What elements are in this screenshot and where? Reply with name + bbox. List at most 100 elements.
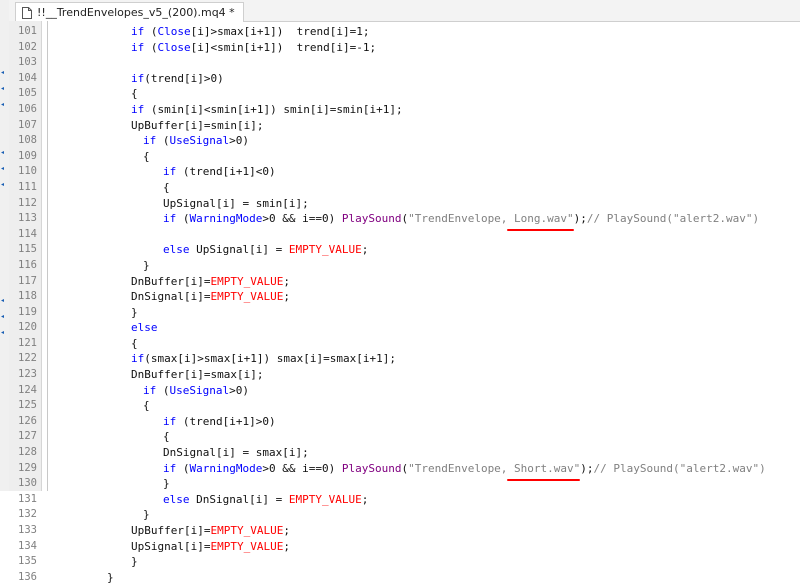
constant: EMPTY_VALUE (288, 492, 362, 506)
code-line[interactable]: 134 UpSignal[i]=EMPTY_VALUE; (9, 539, 800, 555)
code-line[interactable]: 121 { (9, 336, 800, 352)
code-token: } (131, 305, 138, 319)
code-editor[interactable]: 101 if (Close[i]>smax[i+1]) trend[i]=1; 10… (9, 24, 800, 585)
line-number: 134 (18, 539, 37, 552)
keyword: if (131, 71, 145, 85)
code-line[interactable]: 111 { (9, 180, 800, 196)
identifier: UseSignal (169, 383, 230, 397)
code-line[interactable]: 109 { (9, 149, 800, 165)
code-token: ( (176, 414, 190, 428)
code-line[interactable]: 125 { (9, 398, 800, 414)
code-line[interactable]: 113 if (WarningMode>0 && i==0) PlaySound(… (9, 211, 800, 227)
code-line[interactable]: 120 else (9, 320, 800, 336)
identifier: UpSignal (131, 539, 184, 553)
code-token: ]>0) (197, 71, 224, 85)
code-text: { (143, 149, 150, 165)
line-number: 122 (18, 352, 37, 365)
line-number: 136 (18, 570, 37, 583)
code-line[interactable]: 116} (9, 258, 800, 274)
code-line[interactable]: 130} (9, 476, 800, 492)
code-text: UpBuffer[i]=smin[i]; (131, 118, 263, 134)
code-token: >0) (229, 383, 249, 397)
code-token: ]= (323, 102, 337, 116)
code-line[interactable]: 131 else DnSignal[i] = EMPTY_VALUE; (9, 492, 800, 508)
identifier: smin (157, 102, 185, 116)
code-line[interactable]: 101 if (Close[i]>smax[i+1]) trend[i]=1; (9, 24, 800, 40)
line-number: 117 (18, 274, 37, 287)
comment: // PlaySound("alert2.wav") (586, 212, 760, 226)
identifier: i (184, 352, 191, 366)
code-line[interactable]: 105 { (9, 86, 800, 102)
identifier: smin (283, 102, 310, 116)
code-line[interactable]: 122 if(smax[i]>smax[i+1]) smax[i]=smax[i+… (9, 351, 800, 367)
code-text: } (143, 258, 150, 274)
code-text: { (143, 398, 150, 414)
line-number: 123 (18, 368, 37, 381)
code-text: UpSignal[i] = smin[i]; (163, 196, 309, 212)
code-line[interactable]: 127 { (9, 429, 800, 445)
identifier: i (190, 539, 198, 553)
code-token: [ (215, 196, 223, 210)
code-token: { (143, 149, 150, 163)
code-line[interactable]: 106 if (smin[i]<smin[i+1]) smin[i]=smin[i… (9, 102, 800, 118)
code-line[interactable]: 136} (9, 570, 800, 585)
strip-marker: ◂ (1, 313, 5, 320)
identifier: smax (150, 352, 178, 366)
strip-marker: ◂ (1, 329, 5, 336)
line-number: 107 (18, 118, 37, 131)
code-token: [ (282, 446, 289, 460)
code-line[interactable]: 112 UpSignal[i] = smin[i]; (9, 196, 800, 212)
code-line[interactable]: 108 if (UseSignal>0) (9, 133, 800, 149)
code-line[interactable]: 114 (9, 227, 800, 243)
code-line[interactable]: 128 DnSignal[i] = smax[i]; (9, 445, 800, 461)
code-token: ]=-1; (343, 40, 377, 54)
code-token: ; (283, 290, 290, 304)
code-token: { (143, 399, 150, 413)
identifier: i (255, 492, 263, 506)
code-token: [ (356, 352, 363, 366)
code-token: ]< (203, 40, 218, 54)
identifier: trend (189, 165, 223, 179)
code-line[interactable]: 124 if (UseSignal>0) (9, 383, 800, 399)
code-line[interactable]: 103 (9, 55, 800, 71)
strip-marker: ◂ (1, 297, 5, 304)
code-line[interactable]: 115 else UpSignal[i] = EMPTY_VALUE; (9, 242, 800, 258)
identifier: i (362, 352, 370, 366)
code-line[interactable]: 104 if(trend[i]>0) (9, 71, 800, 87)
keyword: else (163, 492, 190, 506)
identifier: i (229, 165, 236, 179)
identifier: i (302, 212, 309, 226)
code-token: ]= (197, 539, 211, 553)
code-token: [ (237, 102, 244, 116)
code-text: if (Close[i]<smin[i+1]) trend[i]=-1; (131, 40, 376, 56)
code-line[interactable]: 123 DnBuffer[i]=smax[i]; (9, 367, 800, 383)
code-line[interactable]: 129 if (WarningMode>0 && i==0) PlaySound(… (9, 461, 800, 477)
code-token: ; (283, 274, 290, 288)
identifier: DnSignal (163, 446, 216, 460)
code-line[interactable]: 107 UpBuffer[i]=smin[i]; (9, 118, 800, 134)
code-line[interactable]: 132} (9, 507, 800, 523)
code-line[interactable]: 118 DnSignal[i]=EMPTY_VALUE; (9, 289, 800, 305)
code-token: +1]) (250, 102, 284, 116)
tab-file[interactable]: !!__TrendEnvelopes_v5_(200).mq4 * (15, 2, 244, 22)
code-line[interactable]: 135} (9, 554, 800, 570)
code-line[interactable]: 119} (9, 305, 800, 321)
code-token: [ (184, 102, 191, 116)
code-token: ( (176, 165, 190, 179)
code-line[interactable]: 117 DnBuffer[i]=EMPTY_VALUE; (9, 274, 800, 290)
code-token: [ (183, 118, 191, 132)
line-number: 116 (18, 258, 37, 271)
identifier: i (302, 461, 309, 475)
code-token: >0 && (262, 461, 303, 475)
code-token: ]= (197, 274, 211, 288)
code-line[interactable]: 102 if (Close[i]<smin[i+1]) trend[i]=-1; (9, 40, 800, 56)
code-token: ]= (197, 118, 211, 132)
code-line[interactable]: 126 if (trend[i+1]>0) (9, 414, 800, 430)
line-number: 121 (18, 336, 37, 349)
identifier: WarningMode (189, 212, 263, 226)
code-token: >0) (229, 134, 249, 148)
code-line[interactable]: 110 if (trend[i+1]<0) (9, 164, 800, 180)
code-token: ==0) (308, 212, 342, 226)
code-line[interactable]: 133 UpBuffer[i]=EMPTY_VALUE; (9, 523, 800, 539)
code-token: ( (156, 383, 170, 397)
